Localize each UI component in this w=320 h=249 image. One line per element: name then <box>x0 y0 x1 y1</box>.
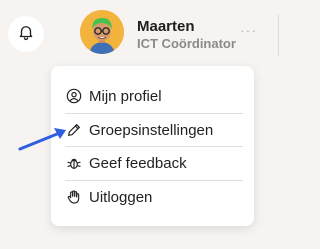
bell-icon <box>17 23 35 46</box>
annotation-arrow <box>18 126 70 157</box>
divider <box>278 14 279 56</box>
menu-item-logout[interactable]: Uitloggen <box>65 181 241 213</box>
menu-item-label: Geef feedback <box>89 154 187 172</box>
more-options-button[interactable]: ··· <box>240 22 257 38</box>
menu-item-label: Uitloggen <box>89 188 153 206</box>
menu-item-group-settings[interactable]: Groepsinstellingen <box>65 114 241 146</box>
menu-item-feedback[interactable]: Geef feedback <box>65 147 241 179</box>
user-role: ICT Coördinator <box>137 36 236 51</box>
avatar[interactable] <box>80 10 124 54</box>
user-circle-icon <box>65 87 83 105</box>
user-name: Maarten <box>137 18 195 35</box>
notification-button[interactable] <box>8 16 44 52</box>
menu-item-label: Groepsinstellingen <box>89 121 214 139</box>
hand-wave-icon <box>65 188 83 206</box>
menu-item-profile[interactable]: Mijn profiel <box>65 80 241 112</box>
user-menu: Mijn profiel Groepsinstellingen Geef fee… <box>51 66 254 226</box>
menu-item-label: Mijn profiel <box>89 87 162 105</box>
